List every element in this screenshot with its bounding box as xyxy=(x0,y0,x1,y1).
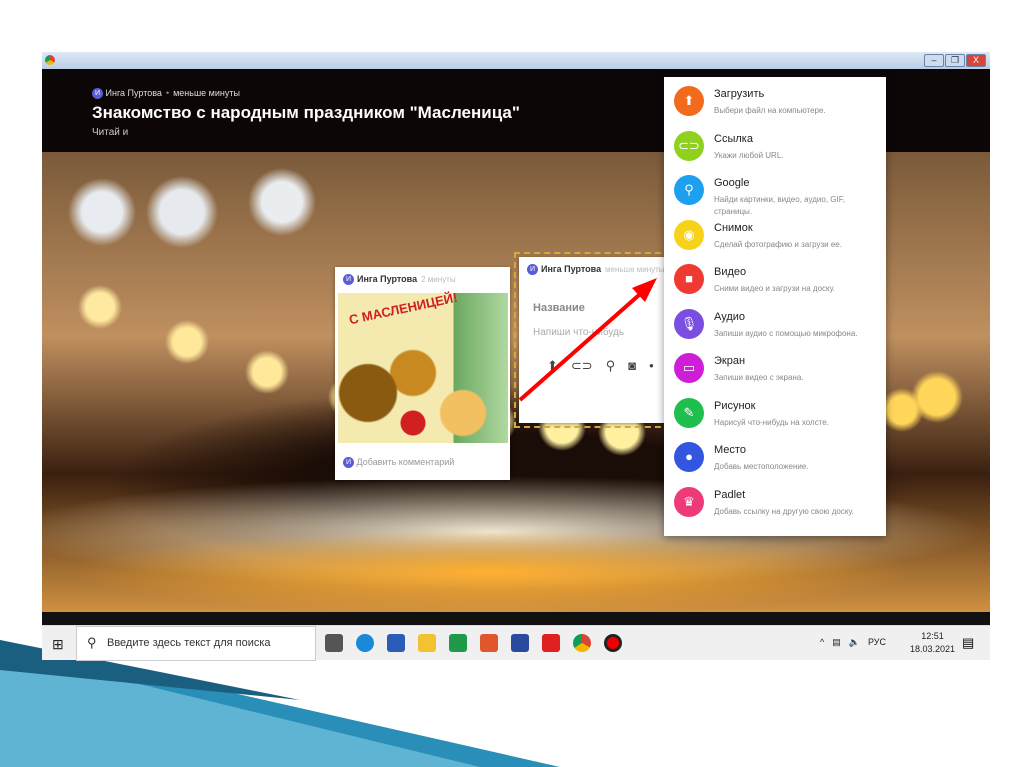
link-icon: ⊂⊃ xyxy=(674,130,704,161)
camera-icon[interactable]: ◙ xyxy=(628,358,636,374)
camera-icon: ◉ xyxy=(674,219,704,250)
taskbar: ⊞ ⚲ Введите здесь текст для поиска ^ ▤ 🔈 РУС… xyxy=(42,625,990,661)
task-view-icon[interactable] xyxy=(325,634,343,652)
time: 12:51 xyxy=(921,631,944,641)
volume-icon[interactable]: 🔈 xyxy=(849,637,860,648)
menu-item-label: Рисунок xyxy=(714,399,756,412)
powerpoint-icon[interactable] xyxy=(480,634,498,652)
comment-placeholder: Добавить комментарий xyxy=(356,457,455,467)
time: 2 минуты xyxy=(421,275,456,284)
search-icon: ⚲ xyxy=(87,635,97,650)
browser-titlebar: – ❐ X xyxy=(42,52,990,69)
board-meta: И Инга Пуртова • меньше минуты xyxy=(92,88,240,100)
menu-item-label: Ссылка xyxy=(714,132,753,145)
menu-item-description: Добавь ссылку на другую свою доску. xyxy=(714,506,854,516)
menu-item-description: Запиши аудио с помощью микрофона. xyxy=(714,328,858,338)
avatar: И xyxy=(343,457,354,469)
video-icon: ■ xyxy=(674,264,704,294)
menu-item-label: Видео xyxy=(714,266,747,278)
drawing-icon: ✎ xyxy=(674,397,704,428)
excel-icon[interactable] xyxy=(449,634,467,652)
save-app-icon[interactable] xyxy=(511,634,529,652)
microphone-icon: 🎙 xyxy=(674,308,704,339)
system-tray: ^ ▤ 🔈 РУС xyxy=(820,637,886,648)
time: меньше минуты xyxy=(173,88,240,98)
screen-icon: ▭ xyxy=(674,353,704,383)
menu-item-video[interactable]: ■ Видео Сними видео и загрузи на доску. xyxy=(664,259,886,304)
menu-item-description: Укажи любой URL. xyxy=(714,150,784,160)
word-icon[interactable] xyxy=(387,634,405,652)
menu-item-padlet[interactable]: ♛ Padlet Добавь ссылку на другую свою доск… xyxy=(664,482,886,527)
minimize-button[interactable]: – xyxy=(924,54,944,67)
title-input[interactable]: Название xyxy=(533,302,585,314)
date: 18.03.2021 xyxy=(910,644,956,654)
menu-item-label: Снимок xyxy=(714,221,753,234)
taskbar-search-input[interactable]: ⚲ Введите здесь текст для поиска xyxy=(76,626,316,661)
menu-item-screen[interactable]: ▭ Экран Запиши видео с экрана. xyxy=(664,348,886,393)
author-name: Инга Пуртова xyxy=(105,88,162,98)
menu-item-label: Экран xyxy=(714,355,746,367)
page-title: Знакомство с народным праздником "Маслен… xyxy=(92,103,520,122)
body-input[interactable]: Напиши что-нибудь xyxy=(533,327,624,338)
avatar: И xyxy=(92,88,103,100)
upload-icon[interactable]: ⬆ xyxy=(547,358,558,374)
menu-item-upload[interactable]: ⬆ Загрузить Выбери файл на компьютере. xyxy=(664,81,886,126)
add-comment-input[interactable]: И Добавить комментарий xyxy=(343,457,455,469)
menu-item-description: Сними видео и загрузи на доску. xyxy=(714,284,836,293)
search-icon: ⚲ xyxy=(674,175,704,205)
menu-item-label: Аудио xyxy=(714,310,746,323)
network-icon[interactable]: ▤ xyxy=(832,637,841,648)
chevron-up-icon[interactable]: ^ xyxy=(820,637,824,648)
menu-item-label: Место xyxy=(714,444,746,456)
avatar: И xyxy=(343,274,354,286)
menu-item-camera[interactable]: ◉ Снимок Сделай фотографию и загрузи ее. xyxy=(664,215,886,260)
new-post-editor[interactable]: И Инга Пуртова меньше минуты Название Напи… xyxy=(514,252,671,428)
post-card[interactable]: И Инга Пуртова 2 минуты С МАСЛЕНИЦЕЙ! И До… xyxy=(335,267,510,480)
menu-item-description: Нарисуй что-нибудь на холсте. xyxy=(714,417,829,427)
link-icon[interactable]: ⊂⊃ xyxy=(571,358,593,374)
upload-icon: ⬆ xyxy=(674,86,704,116)
screenshot: – ❐ X И Инга Пуртова • меньше минуты Знако… xyxy=(42,52,990,661)
page-subtitle: Читай и xyxy=(92,127,129,138)
menu-item-label: Загрузить xyxy=(714,88,765,100)
avatar: И xyxy=(527,264,538,276)
author-name: Инга Пуртова xyxy=(541,264,602,274)
time: меньше минуты xyxy=(605,265,665,274)
windows-start-icon[interactable]: ⊞ xyxy=(52,636,64,653)
location-icon: ● xyxy=(674,442,704,472)
menu-item-drawing[interactable]: ✎ Рисунок Нарисуй что-нибудь на холсте. xyxy=(664,393,886,438)
attachment-menu: ⬆ Загрузить Выбери файл на компьютере. ⊂⊃ Сс… xyxy=(664,77,886,536)
yandex-icon[interactable] xyxy=(542,634,560,652)
menu-item-description: Сделай фотографию и загрузи ее. xyxy=(714,239,842,249)
clock[interactable]: 12:51 18.03.2021 xyxy=(910,630,955,656)
padlet-icon: ♛ xyxy=(674,486,704,517)
file-explorer-icon[interactable] xyxy=(418,634,436,652)
menu-item-label: Padlet xyxy=(714,488,746,501)
chrome-icon[interactable] xyxy=(573,634,591,652)
restore-button[interactable]: ❐ xyxy=(945,54,965,67)
search-placeholder: Введите здесь текст для поиска xyxy=(107,637,271,649)
close-button[interactable]: X xyxy=(966,54,986,67)
more-icon[interactable]: • xyxy=(649,358,654,374)
menu-item-search[interactable]: ⚲ Google Найди картинки, видео, аудио, GIF… xyxy=(664,170,886,216)
language-indicator[interactable]: РУС xyxy=(868,637,886,648)
edge-icon[interactable] xyxy=(356,634,374,652)
post-image: С МАСЛЕНИЦЕЙ! xyxy=(338,289,508,443)
image-text: С МАСЛЕНИЦЕЙ! xyxy=(347,289,459,328)
notification-icon[interactable]: ▤ xyxy=(962,635,974,651)
menu-item-description: Добавь местоположение. xyxy=(714,462,809,471)
search-icon[interactable]: ⚲ xyxy=(606,358,616,374)
menu-item-link[interactable]: ⊂⊃ Ссылка Укажи любой URL. xyxy=(664,126,886,171)
author-name: Инга Пуртова xyxy=(357,274,418,284)
record-icon[interactable] xyxy=(604,634,622,652)
menu-item-label: Google xyxy=(714,177,750,189)
menu-item-microphone[interactable]: 🎙 Аудио Запиши аудио с помощью микрофона. xyxy=(664,304,886,349)
menu-item-location[interactable]: ● Место Добавь местоположение. xyxy=(664,437,886,482)
menu-item-description: Запиши видео с экрана. xyxy=(714,373,804,382)
chrome-icon xyxy=(45,55,55,65)
menu-item-description: Выбери файл на компьютере. xyxy=(714,106,826,115)
